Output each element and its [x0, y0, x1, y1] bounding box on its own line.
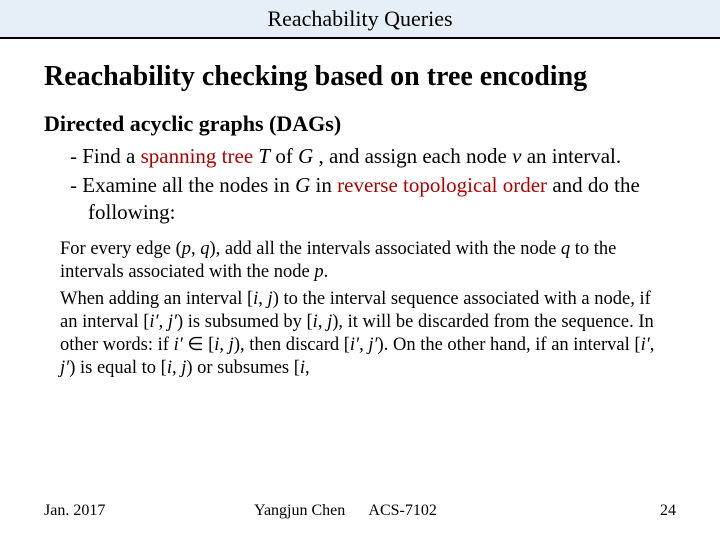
- footer: Jan. 2017 Yangjun Chen ACS-7102 24: [0, 502, 720, 520]
- bullet-item-1: Find a spanning tree T of G , and assign…: [70, 143, 676, 170]
- slide: Reachability Queries Reachability checki…: [0, 0, 720, 540]
- slide-content: Reachability checking based on tree enco…: [0, 39, 720, 380]
- paragraph-block: For every edge (p, q), add all the inter…: [44, 238, 676, 381]
- slide-header: Reachability Queries: [0, 0, 720, 39]
- subheading: Directed acyclic graphs (DAGs): [44, 111, 676, 137]
- section-title: Reachability checking based on tree enco…: [44, 61, 676, 93]
- footer-center: Yangjun Chen ACS-7102: [254, 502, 636, 520]
- bullet-list: Find a spanning tree T of G , and assign…: [44, 143, 676, 226]
- footer-page: 24: [636, 502, 676, 520]
- header-title: Reachability Queries: [267, 6, 452, 31]
- bullet-item-2: Examine all the nodes in G in reverse to…: [70, 172, 676, 226]
- paragraph-1: For every edge (p, q), add all the inter…: [60, 238, 668, 284]
- paragraph-2: When adding an interval [i, j) to the in…: [60, 288, 668, 381]
- footer-author: Yangjun Chen: [254, 502, 345, 519]
- footer-date: Jan. 2017: [44, 502, 254, 520]
- footer-course: ACS-7102: [368, 502, 436, 519]
